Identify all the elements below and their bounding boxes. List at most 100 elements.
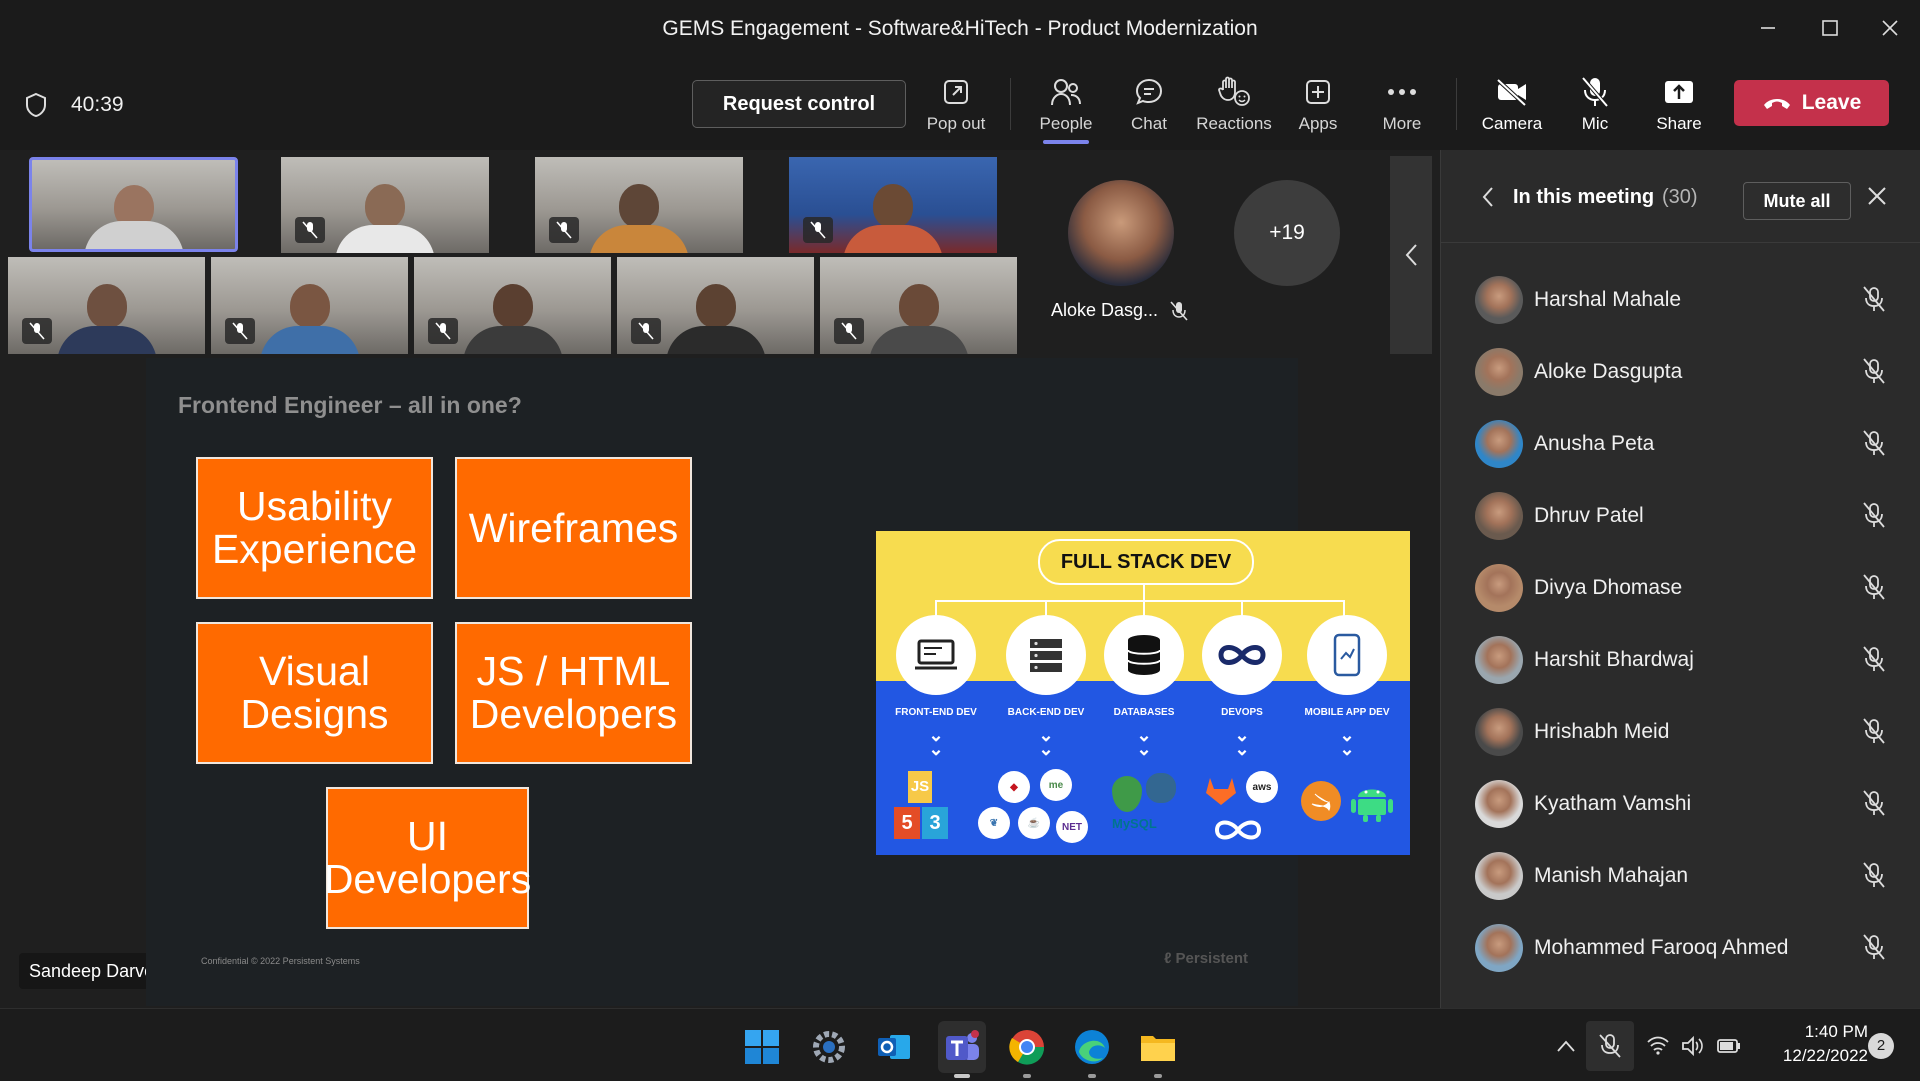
close-panel-icon[interactable]: [1867, 186, 1887, 206]
phone-hangup-icon: [1763, 99, 1790, 109]
teams-active-indicator: [954, 1074, 970, 1078]
chrome-icon: [1009, 1030, 1045, 1065]
show-hidden-icons-chevron-icon[interactable]: [1556, 1039, 1576, 1053]
request-control-button[interactable]: Request control: [692, 80, 906, 128]
file-explorer-app[interactable]: [1138, 1027, 1178, 1067]
video-tile[interactable]: [211, 257, 408, 354]
chrome-app[interactable]: [1007, 1027, 1047, 1067]
people-button[interactable]: People: [1026, 72, 1106, 144]
video-tile[interactable]: [789, 157, 997, 253]
reactions-icon: [1218, 76, 1250, 106]
participant-muted-mic-icon[interactable]: [1863, 574, 1885, 600]
participant-avatar: [1475, 780, 1523, 828]
camera-button[interactable]: Camera: [1472, 72, 1552, 134]
share-button[interactable]: Share: [1639, 72, 1719, 134]
teams-icon: [946, 1030, 979, 1060]
android-logo: [1351, 789, 1393, 822]
databases-column: DATABASES ⌄ ⌄: [1089, 615, 1199, 758]
participant-name: Divya Dhomase: [1534, 576, 1683, 599]
video-tile[interactable]: [414, 257, 611, 354]
participant-muted-mic-icon[interactable]: [1863, 790, 1885, 816]
battery-icon[interactable]: [1716, 1037, 1742, 1055]
start-button[interactable]: [742, 1027, 782, 1067]
avatar-aloke[interactable]: [1068, 180, 1174, 286]
edge-running-indicator: [1088, 1074, 1096, 1078]
participant-row[interactable]: Divya Dhomase: [1441, 552, 1920, 624]
outlook-app[interactable]: [874, 1027, 914, 1067]
js-html-developers-box: JS / HTML Developers: [455, 622, 692, 764]
participant-avatar: [1475, 276, 1523, 324]
participant-muted-mic-icon[interactable]: [1863, 358, 1885, 384]
python-logo: ❦: [978, 807, 1010, 839]
video-tile[interactable]: [281, 157, 489, 253]
volume-icon[interactable]: [1680, 1035, 1704, 1057]
participant-row[interactable]: Aloke Dasgupta: [1441, 336, 1920, 408]
participant-row[interactable]: Anusha Peta: [1441, 408, 1920, 480]
reactions-button[interactable]: Reactions: [1194, 72, 1274, 134]
participant-row[interactable]: Hrishabh Meid: [1441, 696, 1920, 768]
share-label: Share: [1656, 114, 1702, 133]
wifi-icon[interactable]: [1646, 1035, 1670, 1055]
pop-out-icon: [944, 80, 968, 104]
leave-button[interactable]: Leave: [1734, 80, 1889, 126]
notification-badge[interactable]: 2: [1868, 1033, 1894, 1059]
html5-logo: 5: [894, 807, 920, 839]
participant-muted-mic-icon[interactable]: [1863, 862, 1885, 888]
participant-muted-mic-icon[interactable]: [1863, 934, 1885, 960]
video-tile[interactable]: [617, 257, 814, 354]
participant-row[interactable]: Harshit Bhardwaj: [1441, 624, 1920, 696]
participant-row[interactable]: Kyatham Vamshi: [1441, 768, 1920, 840]
video-tile[interactable]: [820, 257, 1017, 354]
window-title: GEMS Engagement - Software&HiTech - Prod…: [662, 17, 1258, 40]
database-icon: [1127, 635, 1161, 675]
participant-muted-mic-icon[interactable]: [1863, 286, 1885, 312]
video-tile[interactable]: [8, 257, 205, 354]
persistent-wordmark: Persistent: [1175, 950, 1249, 967]
apps-button[interactable]: Apps: [1278, 72, 1358, 134]
pop-out-button[interactable]: Pop out: [916, 72, 996, 134]
participant-muted-mic-icon[interactable]: [1863, 718, 1885, 744]
databases-label: DATABASES: [1113, 707, 1175, 718]
more-button[interactable]: More: [1362, 72, 1442, 134]
participant-row[interactable]: Dhruv Patel: [1441, 480, 1920, 552]
participant-row[interactable]: Manish Mahajan: [1441, 840, 1920, 912]
video-tile[interactable]: [535, 157, 743, 253]
participant-muted-mic-icon[interactable]: [1863, 502, 1885, 528]
mute-all-button[interactable]: Mute all: [1743, 182, 1851, 220]
close-button[interactable]: [1870, 10, 1910, 50]
chat-button[interactable]: Chat: [1109, 72, 1189, 134]
mobile-app-label: MOBILE APP DEV: [1304, 707, 1390, 718]
participant-muted-mic-icon[interactable]: [1863, 430, 1885, 456]
chat-icon: [1135, 78, 1163, 105]
outlook-icon: [878, 1035, 910, 1059]
collapse-gallery-button[interactable]: [1390, 156, 1432, 354]
panel-title: In this meeting: [1513, 186, 1655, 208]
dotnet-logo: NET: [1056, 811, 1088, 843]
minimize-button[interactable]: [1748, 10, 1788, 50]
teams-app[interactable]: [938, 1021, 986, 1073]
mic-button[interactable]: Mic: [1555, 72, 1635, 134]
featured-participant-name: Aloke Dasg...: [1051, 300, 1159, 320]
participant-name: Hrishabh Meid: [1534, 720, 1670, 743]
participant-muted-mic-icon[interactable]: [1863, 646, 1885, 672]
edge-app[interactable]: [1072, 1027, 1112, 1067]
muted-mic-icon: [834, 318, 864, 344]
participant-row[interactable]: Mohammed Farooq Ahmed: [1441, 912, 1920, 984]
participant-count: (30): [1662, 186, 1698, 208]
start-icon: [745, 1030, 779, 1064]
participant-row[interactable]: Harshal Mahale: [1441, 264, 1920, 336]
toolbar-divider: [1456, 78, 1457, 130]
video-tile-presenter[interactable]: [29, 157, 238, 252]
panel-header: In this meeting (30) Mute all: [1441, 150, 1920, 243]
overflow-participants-button[interactable]: +19: [1234, 180, 1340, 286]
swift-logo: [1301, 781, 1341, 821]
back-chevron-icon[interactable]: [1481, 186, 1495, 208]
mic-muted-tray-button[interactable]: [1586, 1021, 1634, 1071]
mobile-app-column: MOBILE APP DEV ⌄ ⌄: [1292, 615, 1402, 758]
visual-designs-box: Visual Designs: [196, 622, 433, 764]
maximize-button[interactable]: [1810, 10, 1850, 50]
laptop-icon: [915, 639, 957, 670]
devops-infinity-logo: [1214, 820, 1262, 840]
usability-experience-box: Usability Experience: [196, 457, 433, 599]
settings-app[interactable]: [809, 1027, 849, 1067]
